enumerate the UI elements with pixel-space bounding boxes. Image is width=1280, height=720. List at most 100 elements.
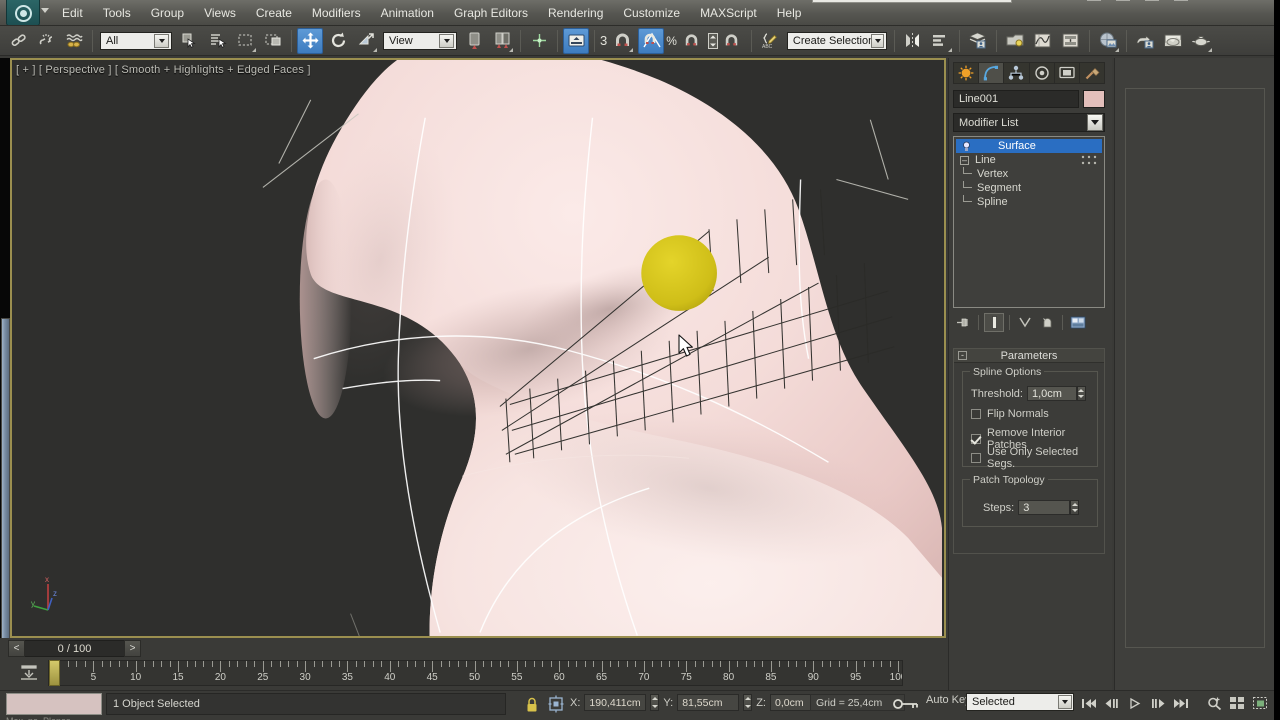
viewport-label[interactable]: [ + ] [ Perspective ] [ Smooth + Highlig… bbox=[16, 64, 311, 76]
use-selection-center-icon[interactable] bbox=[489, 28, 515, 54]
current-frame-display[interactable]: 0 / 100 bbox=[25, 640, 124, 657]
utilities-tab[interactable] bbox=[1080, 63, 1104, 83]
angle-snap-toggle-icon[interactable] bbox=[638, 27, 665, 54]
viewport-left-scrollbar[interactable] bbox=[1, 318, 10, 650]
viewport-navigation-controls[interactable] bbox=[1204, 693, 1280, 713]
configure-modifier-sets-button[interactable] bbox=[1068, 313, 1088, 332]
snaps-toggle-icon[interactable] bbox=[609, 28, 635, 54]
percent-snap-group[interactable]: % bbox=[666, 28, 706, 54]
zoom-tool-icon[interactable] bbox=[1204, 693, 1225, 713]
modifier-stack-buttons[interactable] bbox=[953, 312, 1105, 332]
menu-item-help[interactable]: Help bbox=[767, 3, 812, 23]
select-by-name-icon[interactable] bbox=[204, 28, 230, 54]
pin-stack-button[interactable] bbox=[953, 313, 973, 332]
account-icon[interactable] bbox=[1174, 0, 1188, 1]
next-frame-button[interactable] bbox=[1147, 693, 1168, 713]
show-end-result-button[interactable] bbox=[984, 312, 1004, 332]
coord-y-spinner[interactable] bbox=[743, 694, 753, 711]
menu-item-edit[interactable]: Edit bbox=[52, 3, 93, 23]
spinner-snap-toggle-icon[interactable] bbox=[719, 28, 745, 54]
hierarchy-tab[interactable] bbox=[1004, 63, 1030, 83]
stack-item-line[interactable]: – Line bbox=[956, 153, 1102, 167]
select-and-link-icon[interactable] bbox=[5, 28, 31, 54]
menu-item-modifiers[interactable]: Modifiers bbox=[302, 3, 371, 23]
modifier-list-dropdown[interactable]: Modifier List bbox=[953, 113, 1105, 132]
select-and-manipulate-icon[interactable] bbox=[526, 28, 552, 54]
threshold-input[interactable]: 1,0cm bbox=[1026, 386, 1077, 401]
named-selection-sets-input[interactable]: Create Selection Se bbox=[786, 31, 887, 50]
mirror-icon[interactable] bbox=[900, 28, 926, 54]
favorites-icon[interactable] bbox=[1145, 0, 1159, 1]
bind-to-space-warp-icon[interactable] bbox=[61, 28, 87, 54]
display-tab[interactable] bbox=[1055, 63, 1080, 83]
title-right-icons[interactable] bbox=[1087, 0, 1188, 1]
edit-named-selection-sets-icon[interactable]: ABC bbox=[757, 28, 783, 54]
rollout-header[interactable]: - Parameters bbox=[954, 349, 1104, 363]
use-only-selected-segs-checkbox[interactable] bbox=[971, 453, 981, 463]
use-pivot-point-center-icon[interactable] bbox=[461, 28, 487, 54]
percent-snap-toggle-icon[interactable] bbox=[679, 28, 705, 54]
make-unique-button[interactable] bbox=[1015, 313, 1035, 332]
object-name-input[interactable]: Line001 bbox=[953, 90, 1079, 108]
menu-item-graph-editors[interactable]: Graph Editors bbox=[444, 3, 538, 23]
stack-item-surface[interactable]: Surface bbox=[956, 139, 1102, 153]
rendered-frame-window-icon[interactable] bbox=[1160, 28, 1186, 54]
menu-item-views[interactable]: Views bbox=[194, 3, 246, 23]
threshold-spinner[interactable] bbox=[1076, 386, 1086, 401]
remove-modifier-button[interactable] bbox=[1037, 313, 1057, 332]
steps-input[interactable]: 3 bbox=[1018, 500, 1071, 515]
chevron-down-icon[interactable] bbox=[1087, 114, 1103, 131]
select-object-icon[interactable] bbox=[176, 28, 202, 54]
render-production-icon[interactable] bbox=[1188, 28, 1214, 54]
perspective-viewport[interactable]: [ + ] [ Perspective ] [ Smooth + Highlig… bbox=[10, 58, 946, 638]
window-crossing-toggle-icon[interactable] bbox=[260, 28, 286, 54]
playback-controls[interactable] bbox=[1078, 693, 1191, 713]
key-filter-dropdown[interactable]: Selected bbox=[966, 693, 1074, 711]
stack-item-spline[interactable]: Spline bbox=[956, 195, 1102, 209]
material-preview-swatch[interactable] bbox=[6, 693, 102, 715]
play-animation-button[interactable] bbox=[1124, 693, 1145, 713]
lightbulb-icon[interactable] bbox=[961, 141, 972, 152]
select-and-scale-icon[interactable] bbox=[353, 28, 379, 54]
next-frame-button[interactable]: > bbox=[124, 640, 141, 657]
rectangular-selection-region-icon[interactable] bbox=[232, 28, 258, 54]
use-only-selected-segs-row[interactable]: Use Only Selected Segs. bbox=[971, 446, 1097, 470]
menu-item-rendering[interactable]: Rendering bbox=[538, 3, 613, 23]
search-input[interactable]: Type a keyword or phrase bbox=[812, 0, 1012, 3]
previous-frame-button[interactable]: < bbox=[8, 640, 25, 657]
zoom-extents-tool-icon[interactable] bbox=[1250, 693, 1271, 713]
create-tab[interactable] bbox=[954, 63, 980, 83]
render-setup-icon[interactable] bbox=[1132, 28, 1158, 54]
snaps-toggle-group[interactable]: 3 bbox=[600, 28, 636, 54]
go-to-start-button[interactable] bbox=[1078, 693, 1099, 713]
graphite-modeling-tools-icon[interactable] bbox=[1002, 28, 1028, 54]
frame-navigator[interactable]: < 0 / 100 > bbox=[8, 640, 141, 657]
stack-item-segment[interactable]: Segment bbox=[956, 181, 1102, 195]
auto-key-label[interactable]: Auto Key bbox=[926, 694, 971, 706]
menu-item-group[interactable]: Group bbox=[141, 3, 194, 23]
flip-normals-checkbox[interactable] bbox=[971, 409, 981, 419]
steps-spinner[interactable] bbox=[1070, 500, 1080, 515]
layer-explorer-icon[interactable] bbox=[965, 28, 991, 54]
viewport-3d-canvas[interactable] bbox=[12, 60, 944, 638]
app-logo-icon[interactable] bbox=[6, 0, 40, 25]
object-name-row[interactable]: Line001 bbox=[953, 90, 1105, 108]
menu-bar[interactable]: Edit Tools Group Views Create Modifiers … bbox=[52, 0, 812, 25]
menu-item-customize[interactable]: Customize bbox=[613, 3, 690, 23]
modify-tab[interactable] bbox=[979, 63, 1005, 83]
key-mode-toggle-icon[interactable] bbox=[888, 694, 924, 713]
zoom-all-tool-icon[interactable] bbox=[1227, 693, 1248, 713]
chevron-down-icon[interactable] bbox=[871, 33, 884, 48]
menu-item-animation[interactable]: Animation bbox=[371, 3, 444, 23]
transform-type-in[interactable]: X: 190,411cm Y: 81,55cm Z: 0,0cm bbox=[570, 694, 845, 711]
workspace-icon[interactable] bbox=[1087, 0, 1101, 1]
spinner-snap-group[interactable] bbox=[707, 28, 746, 54]
help-icon[interactable] bbox=[1116, 0, 1130, 1]
rollout-collapse-icon[interactable]: - bbox=[958, 351, 967, 360]
object-color-swatch[interactable] bbox=[1083, 90, 1105, 108]
menu-item-create[interactable]: Create bbox=[246, 3, 302, 23]
keyboard-shortcut-override-icon[interactable] bbox=[563, 27, 589, 54]
time-slider-handle[interactable] bbox=[49, 660, 60, 686]
go-to-end-button[interactable] bbox=[1170, 693, 1191, 713]
flip-normals-row[interactable]: Flip Normals bbox=[971, 408, 1049, 420]
